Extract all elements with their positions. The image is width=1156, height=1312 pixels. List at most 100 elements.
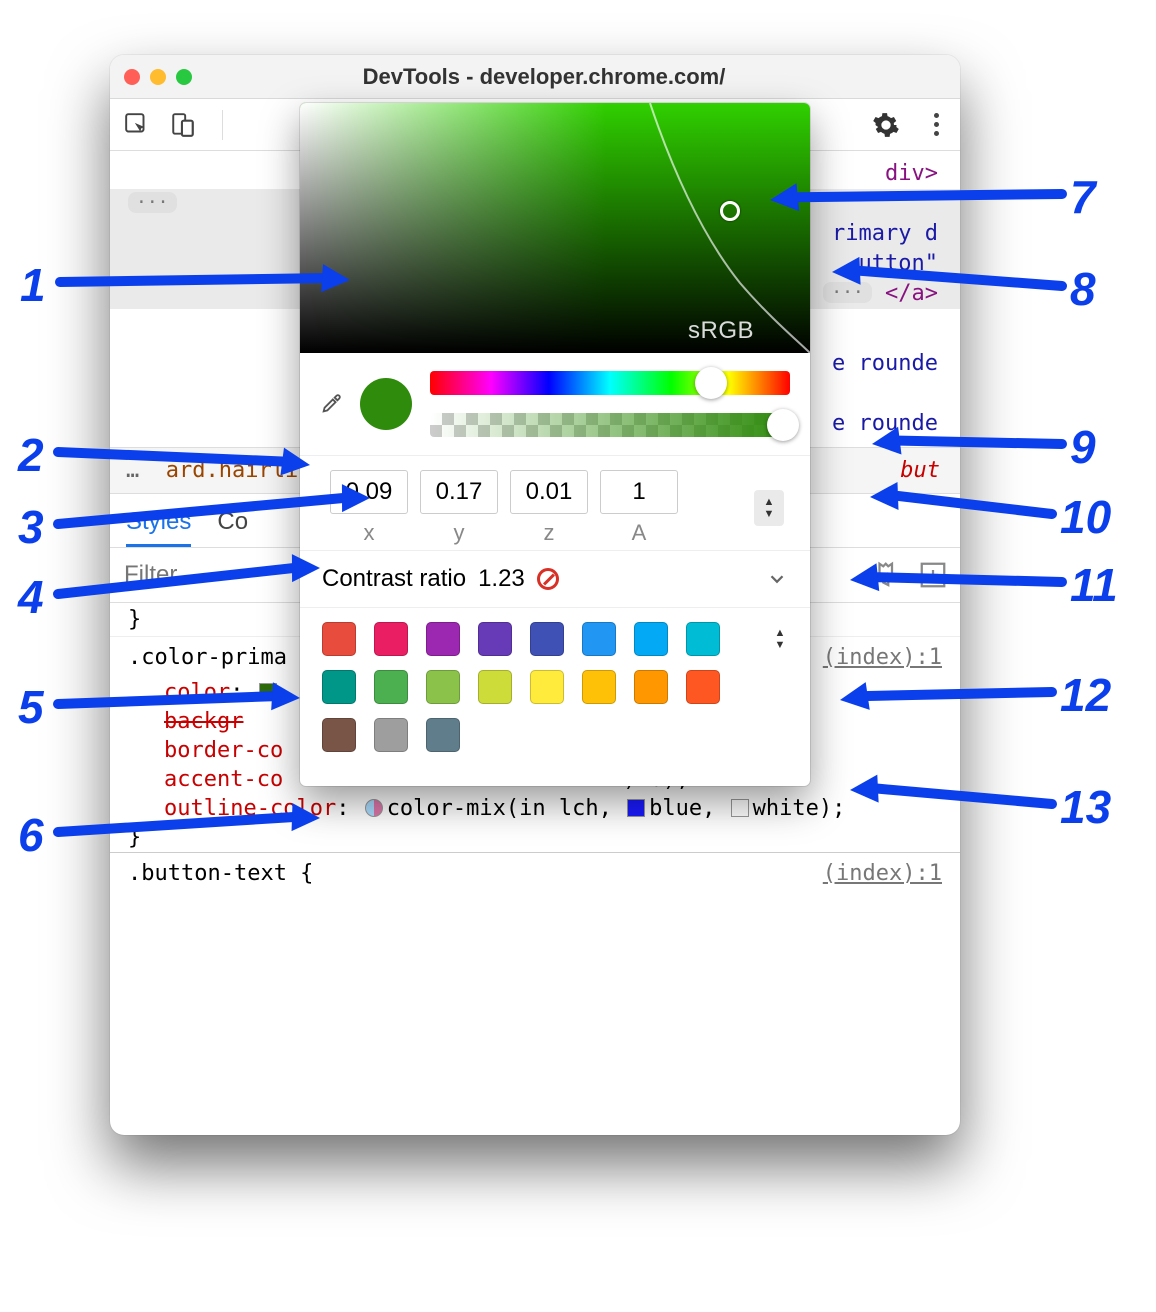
titlebar: DevTools - developer.chrome.com/ bbox=[110, 55, 960, 99]
tag-fragment: </a> bbox=[885, 281, 938, 306]
color-swatch-icon[interactable] bbox=[627, 799, 645, 817]
color-values-row: x y z A ▲▼ bbox=[300, 456, 810, 551]
value-x-input[interactable] bbox=[330, 470, 408, 514]
value-y-input[interactable] bbox=[420, 470, 498, 514]
minimize-window-icon[interactable] bbox=[150, 69, 166, 85]
palette-swatch[interactable] bbox=[582, 670, 616, 704]
callout-number: 2 bbox=[18, 428, 44, 482]
palette-swatch[interactable] bbox=[322, 670, 356, 704]
css-selector: .color-prima bbox=[128, 645, 287, 670]
css-selector: .button-text { bbox=[128, 861, 313, 886]
css-rule-header[interactable]: .button-text { (index):1 bbox=[110, 852, 960, 894]
hover-state-icon[interactable] bbox=[872, 560, 902, 590]
callout-number: 8 bbox=[1070, 262, 1096, 316]
palette-swatch[interactable] bbox=[426, 622, 460, 656]
breadcrumb-class: ard.hairlin bbox=[166, 458, 312, 483]
palette-switcher[interactable]: ▲▼ bbox=[772, 626, 788, 652]
gamut-line-icon bbox=[300, 103, 810, 353]
css-source-link[interactable]: (index):1 bbox=[823, 645, 942, 670]
filter-input[interactable] bbox=[122, 560, 282, 590]
palette-swatch[interactable] bbox=[530, 622, 564, 656]
callout-number: 3 bbox=[18, 500, 44, 554]
new-style-rule-icon[interactable] bbox=[918, 560, 948, 590]
css-property[interactable]: border-co bbox=[164, 738, 283, 763]
palette-swatch[interactable] bbox=[686, 622, 720, 656]
callout-number: 7 bbox=[1070, 170, 1096, 224]
palette-swatch[interactable] bbox=[634, 670, 668, 704]
css-property[interactable]: accent-co bbox=[164, 767, 283, 792]
palette-swatch[interactable] bbox=[374, 622, 408, 656]
palette-swatch[interactable] bbox=[322, 718, 356, 752]
color-spectrum[interactable]: sRGB bbox=[300, 103, 810, 353]
alpha-slider[interactable] bbox=[430, 413, 790, 437]
callout-number: 12 bbox=[1060, 668, 1111, 722]
callout-number: 11 bbox=[1070, 558, 1118, 612]
window-title: DevTools - developer.chrome.com/ bbox=[202, 64, 946, 90]
callout-number: 10 bbox=[1060, 490, 1111, 544]
eyedropper-icon[interactable] bbox=[320, 393, 342, 415]
more-menu-icon[interactable] bbox=[934, 112, 940, 138]
tag-fragment: div> bbox=[885, 161, 938, 186]
callout-number: 9 bbox=[1070, 420, 1096, 474]
value-a-label: A bbox=[600, 520, 678, 546]
tab-computed[interactable]: Co bbox=[217, 508, 248, 547]
color-swatch-icon[interactable] bbox=[731, 799, 749, 817]
css-property[interactable]: color bbox=[164, 680, 230, 705]
breadcrumb-ellipsis: … bbox=[126, 458, 139, 483]
value-a-input[interactable] bbox=[600, 470, 678, 514]
css-value-fragment: blue, bbox=[649, 796, 715, 821]
tab-styles[interactable]: Styles bbox=[126, 508, 191, 547]
palette-swatch[interactable] bbox=[530, 670, 564, 704]
value-z-input[interactable] bbox=[510, 470, 588, 514]
format-switcher[interactable]: ▲▼ bbox=[754, 490, 784, 526]
contrast-row[interactable]: Contrast ratio 1.23 bbox=[300, 551, 810, 608]
color-picker: sRGB x y z A ▲▼ Contrast ratio 1 bbox=[300, 103, 810, 786]
alpha-thumb[interactable] bbox=[767, 409, 799, 441]
palette-swatch[interactable] bbox=[634, 622, 668, 656]
attr-fragment: rimary d bbox=[832, 221, 938, 246]
css-property[interactable]: backgr bbox=[164, 709, 243, 734]
settings-icon[interactable] bbox=[872, 111, 900, 139]
palette-swatch[interactable] bbox=[478, 622, 512, 656]
callout-number: 1 bbox=[20, 258, 46, 312]
callout-number: 4 bbox=[18, 570, 44, 624]
css-source-link[interactable]: (index):1 bbox=[823, 861, 942, 886]
devtools-window: DevTools - developer.chrome.com/ div> ··… bbox=[110, 55, 960, 1135]
hue-thumb[interactable] bbox=[695, 367, 727, 399]
palette-swatch[interactable] bbox=[478, 670, 512, 704]
css-property[interactable]: outline-color bbox=[164, 796, 336, 821]
inspect-icon[interactable] bbox=[124, 112, 150, 138]
traffic-lights[interactable] bbox=[124, 69, 192, 85]
contrast-value: 1.23 bbox=[478, 565, 525, 593]
contrast-fail-icon bbox=[537, 568, 559, 590]
current-color-swatch[interactable] bbox=[360, 378, 412, 430]
value-y-label: y bbox=[420, 520, 498, 546]
css-value-fragment: white); bbox=[753, 796, 846, 821]
breadcrumb-tail: but bbox=[900, 458, 944, 483]
color-swatch-icon[interactable] bbox=[259, 683, 277, 701]
attr-fragment: utton" bbox=[859, 251, 938, 276]
value-x-label: x bbox=[330, 520, 408, 546]
palette-swatch[interactable] bbox=[582, 622, 616, 656]
contrast-label: Contrast ratio bbox=[322, 565, 466, 593]
zoom-window-icon[interactable] bbox=[176, 69, 192, 85]
color-mix-swatch-icon[interactable] bbox=[365, 799, 383, 817]
device-toggle-icon[interactable] bbox=[170, 112, 196, 138]
palette-swatch[interactable] bbox=[374, 718, 408, 752]
palette-swatch[interactable] bbox=[686, 670, 720, 704]
attr-fragment: e rounde bbox=[832, 351, 938, 376]
palette-swatch[interactable] bbox=[426, 718, 460, 752]
spectrum-thumb[interactable] bbox=[720, 201, 740, 221]
attr-fragment: e rounde bbox=[832, 411, 938, 436]
hue-slider[interactable] bbox=[430, 371, 790, 395]
toolbar-separator bbox=[222, 110, 223, 140]
palette-swatch[interactable] bbox=[322, 622, 356, 656]
palette-swatch[interactable] bbox=[374, 670, 408, 704]
chevron-down-icon[interactable] bbox=[766, 568, 788, 590]
close-window-icon[interactable] bbox=[124, 69, 140, 85]
color-space-label: sRGB bbox=[688, 317, 754, 345]
palette-swatch[interactable] bbox=[426, 670, 460, 704]
callout-number: 6 bbox=[18, 808, 44, 862]
callout-number: 5 bbox=[18, 680, 44, 734]
value-z-label: z bbox=[510, 520, 588, 546]
